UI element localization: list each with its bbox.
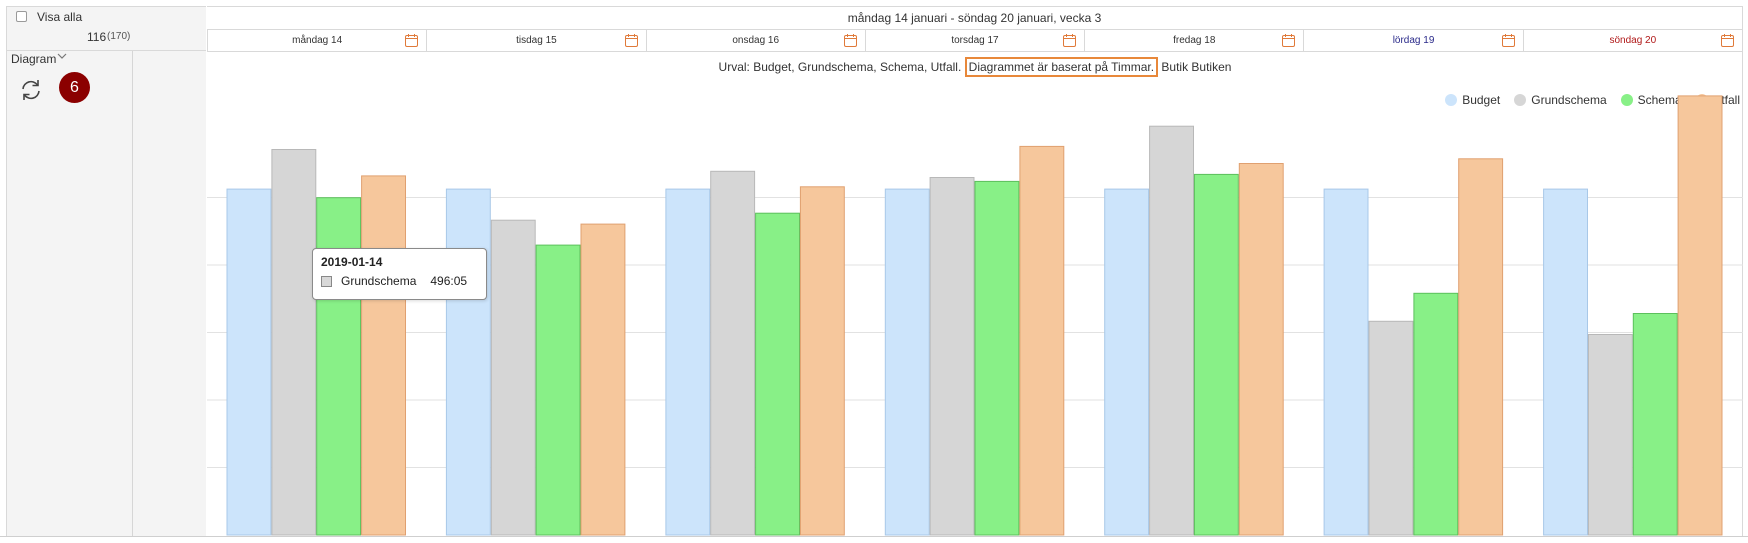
calendar-icon[interactable] [624, 34, 638, 47]
day-header-label: onsdag 16 [732, 35, 780, 46]
tooltip-value: 496:05 [430, 274, 468, 288]
bar-grundschema-4[interactable] [1149, 125, 1194, 536]
show-all-label: Visa alla [37, 10, 83, 24]
day-header-1[interactable]: tisdag 15 [426, 30, 645, 51]
day-header-6[interactable]: söndag 20 [1522, 30, 1742, 51]
bar-utfall-0[interactable] [361, 175, 407, 536]
tooltip-series-name: Grundschema [341, 274, 417, 288]
day-header-0[interactable]: måndag 14 [207, 30, 426, 51]
bar-budget-4[interactable] [1104, 188, 1150, 536]
chart-tooltip: 2019-01-14 Grundschema 496:05 [312, 248, 487, 300]
bar-grundschema-2[interactable] [710, 170, 756, 536]
day-header-row: måndag 14 tisdag 15 onsdag 16 torsdag 17 fre… [207, 30, 1743, 52]
left-panel-header [6, 6, 206, 51]
day-header-label: fredag 18 [1173, 35, 1216, 46]
bar-schema-5[interactable] [1413, 292, 1459, 536]
bar-schema-6[interactable] [1632, 313, 1678, 536]
day-header-label: tisdag 15 [516, 35, 557, 46]
day-header-label: måndag 14 [292, 35, 343, 46]
bar-budget-5[interactable] [1323, 188, 1369, 536]
bar-grundschema-1[interactable] [490, 219, 536, 536]
bar-budget-3[interactable] [884, 188, 930, 536]
calendar-icon[interactable] [405, 34, 419, 47]
chevron-down-icon[interactable] [56, 51, 68, 64]
bar-schema-4[interactable] [1193, 173, 1239, 536]
bar-schema-2[interactable] [755, 212, 800, 536]
week-title: måndag 14 januari - söndag 20 januari, v… [207, 6, 1743, 30]
bar-budget-2[interactable] [665, 188, 711, 536]
day-header-label: torsdag 17 [951, 35, 999, 46]
calendar-icon[interactable] [1501, 34, 1515, 47]
employee-count: 116 [87, 30, 107, 44]
left-panel-divider [132, 51, 133, 536]
notification-badge[interactable]: 6 [59, 72, 90, 103]
bar-utfall-2[interactable] [799, 186, 845, 536]
bar-grundschema-6[interactable] [1587, 334, 1633, 536]
bar-utfall-3[interactable] [1019, 145, 1065, 536]
diagram-dropdown-label[interactable]: Diagram [11, 52, 56, 66]
calendar-icon[interactable] [1720, 34, 1734, 47]
bar-budget-1[interactable] [445, 188, 491, 536]
day-header-label: lördag 19 [1392, 35, 1435, 46]
bar-utfall-4[interactable] [1238, 163, 1284, 536]
bar-budget-0[interactable] [226, 188, 272, 536]
bar-grundschema-5[interactable] [1368, 320, 1414, 536]
bar-grundschema-3[interactable] [929, 177, 975, 536]
tooltip-series-swatch [321, 275, 332, 287]
bar-schema-3[interactable] [974, 180, 1020, 536]
refresh-icon[interactable] [18, 77, 44, 103]
day-header-4[interactable]: fredag 18 [1084, 30, 1303, 51]
bar-budget-6[interactable] [1543, 188, 1588, 536]
calendar-icon[interactable] [1063, 34, 1077, 47]
employee-total-count: (170) [107, 31, 131, 42]
bar-utfall-6[interactable] [1677, 95, 1723, 536]
bar-utfall-1[interactable] [580, 223, 626, 536]
day-header-2[interactable]: onsdag 16 [645, 30, 865, 51]
bar-schema-1[interactable] [535, 244, 581, 536]
left-panel [6, 51, 206, 536]
day-header-3[interactable]: torsdag 17 [864, 30, 1084, 51]
show-all-checkbox[interactable] [16, 11, 27, 22]
day-header-label: söndag 20 [1609, 35, 1657, 46]
bar-grundschema-0[interactable] [271, 149, 317, 536]
bar-utfall-5[interactable] [1458, 158, 1504, 536]
calendar-icon[interactable] [843, 34, 857, 47]
tooltip-date: 2019-01-14 [321, 255, 383, 269]
calendar-icon[interactable] [1282, 34, 1296, 47]
day-header-5[interactable]: lördag 19 [1303, 30, 1522, 51]
